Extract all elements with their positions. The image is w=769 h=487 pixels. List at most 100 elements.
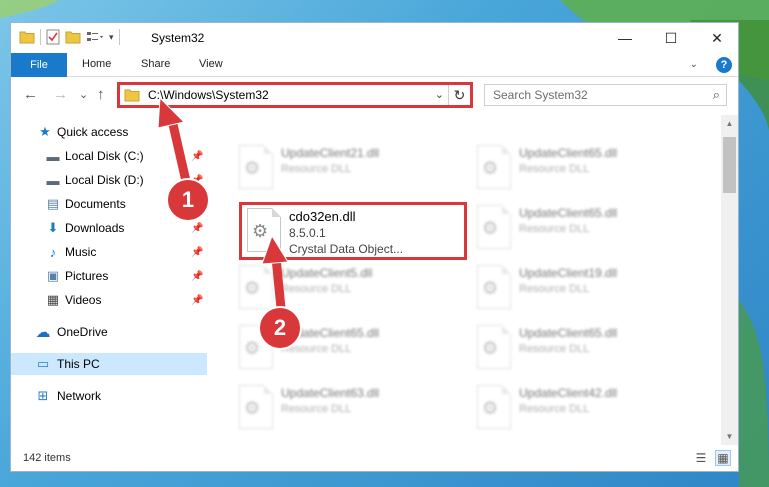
star-icon: ★ [39,124,51,139]
close-button[interactable]: ✕ [694,23,738,53]
pin-icon: 📌 [191,270,204,282]
customize-icon[interactable] [86,30,104,44]
address-path: C:\Windows\System32 [148,88,269,102]
title-bar: ▾ System32 — ☐ ✕ [11,23,738,53]
quick-access-toolbar: ▾ [19,29,120,45]
file-description: Crystal Data Object... [289,242,404,256]
file-name: UpdateClient19.dll [519,266,618,280]
file-list: ⚙ UpdateClient21.dll Resource DLL ⚙ Upda… [207,115,721,445]
network-icon: ⊞ [37,388,49,403]
cloud-icon: ☁ [35,324,51,341]
file-item[interactable]: ⚙ UpdateClient19.dll Resource DLL [471,261,691,319]
search-icon[interactable]: ⌕ [713,87,720,103]
pictures-icon: ▣ [46,268,60,283]
sidebar-item-pictures[interactable]: ▣ Pictures 📌 [11,265,207,287]
back-icon[interactable]: ← [23,86,38,103]
scroll-up-icon[interactable]: ▲ [721,115,738,132]
file-type: Resource DLL [519,343,590,355]
recent-locations-icon[interactable]: ⌄ [79,88,88,101]
search-input[interactable]: Search System32 ⌕ [484,84,727,106]
folder-icon[interactable] [19,30,35,44]
forward-icon[interactable]: → [53,86,68,103]
drive-icon: ▬ [46,148,60,164]
file-type: Resource DLL [519,163,590,175]
gear-icon: ⚙ [482,278,499,298]
file-name: UpdateClient5.dll [281,266,373,280]
navigation-pane: ★ Quick access ▬ Local Disk (C:) 📌 ▬ Loc… [11,115,207,445]
address-bar[interactable]: C:\Windows\System32 ⌄ ↻ [117,82,473,108]
file-type: Resource DLL [281,163,352,175]
sidebar-item-music[interactable]: ♪ Music 📌 [11,241,207,263]
scroll-down-icon[interactable]: ▼ [721,428,738,445]
properties-icon[interactable] [46,29,60,45]
file-item[interactable]: ⚙ UpdateClient63.dll Resource DLL [233,381,453,439]
pin-icon: 📌 [191,294,204,306]
toolbar-separator [40,29,41,45]
ribbon-tabs: File Home Share View ⌄ ? [11,53,738,77]
chevron-down-icon[interactable]: ⌄ [435,88,444,101]
gear-icon: ⚙ [252,221,269,241]
tab-file[interactable]: File [11,53,67,77]
videos-icon: ▦ [46,292,60,307]
file-item[interactable]: ⚙ UpdateClient65.dll Resource DLL [471,201,691,259]
vertical-scrollbar[interactable]: ▲ ▼ [721,115,738,445]
highlighted-file-item[interactable]: ⚙ cdo32en.dll 8.5.0.1 Crystal Data Objec… [241,204,461,258]
tab-home[interactable]: Home [82,58,111,70]
computer-icon: ▭ [36,356,50,371]
sidebar-item-label: Quick access [57,125,129,139]
sidebar-item-label: Documents [65,197,126,211]
sidebar-item-label: Videos [65,293,102,307]
step-1-badge: 1 [166,178,210,222]
file-version: 8.5.0.1 [289,226,326,240]
file-type: Resource DLL [519,283,590,295]
music-icon: ♪ [49,244,57,260]
sidebar-item-label: Downloads [65,221,125,235]
ribbon-expand-icon[interactable]: ⌄ [690,59,698,70]
step-2-badge: 2 [258,306,302,350]
gear-icon: ⚙ [482,218,499,238]
sidebar-item-local-disk-c[interactable]: ▬ Local Disk (C:) 📌 [11,145,207,167]
sidebar-item-videos[interactable]: ▦ Videos 📌 [11,289,207,311]
file-item[interactable]: ⚙ UpdateClient42.dll Resource DLL [471,381,691,439]
search-placeholder: Search System32 [493,88,588,102]
file-name: UpdateClient63.dll [281,386,380,400]
download-icon: ⬇ [47,220,59,235]
chevron-down-icon[interactable]: ▾ [109,32,114,43]
maximize-button[interactable]: ☐ [648,23,694,53]
gear-icon: ⚙ [482,338,499,358]
up-icon[interactable]: ↑ [97,86,105,103]
toolbar-separator [118,29,120,45]
file-item[interactable]: ⚙ UpdateClient21.dll Resource DLL [233,141,453,199]
tiles-view-icon[interactable]: ▦ [715,450,731,466]
navigation-bar: ← → ⌄ ↑ C:\Windows\System32 ⌄ ↻ Search S… [11,81,738,111]
gear-icon: ⚙ [482,158,499,178]
sidebar-item-downloads[interactable]: ⬇ Downloads 📌 [11,217,207,239]
sidebar-item-this-pc[interactable]: ▭ This PC [11,353,207,375]
new-folder-icon[interactable] [65,30,81,44]
file-name: cdo32en.dll [289,209,356,224]
sidebar-item-onedrive[interactable]: ☁ OneDrive [11,321,207,343]
sidebar-item-quick-access[interactable]: ★ Quick access [11,121,207,143]
details-view-icon[interactable]: ☰ [693,450,709,466]
gear-icon: ⚙ [244,278,261,298]
help-icon[interactable]: ? [716,57,732,73]
pin-icon: 📌 [191,150,204,162]
sidebar-item-network[interactable]: ⊞ Network [11,385,207,407]
file-item[interactable]: ⚙ UpdateClient65.dll Resource DLL [471,321,691,379]
item-count: 142 items [23,452,71,464]
minimize-button[interactable]: — [602,23,648,53]
file-item[interactable]: ⚙ UpdateClient65.dll Resource DLL [471,141,691,199]
sidebar-item-label: This PC [57,357,100,371]
drive-icon: ▬ [46,172,60,188]
sidebar-item-label: Local Disk (D:) [65,173,144,187]
tab-view[interactable]: View [199,58,223,70]
sidebar-item-label: OneDrive [57,325,108,339]
sidebar-item-label: Pictures [65,269,109,283]
file-type: Resource DLL [519,223,590,235]
pin-icon: 📌 [191,222,204,234]
tab-share[interactable]: Share [141,58,170,70]
file-explorer-window: ▾ System32 — ☐ ✕ File Home Share View ⌄ … [10,22,739,472]
refresh-icon[interactable]: ↻ [448,85,470,105]
file-name: UpdateClient65.dll [519,206,618,220]
scrollbar-thumb[interactable] [723,137,736,193]
